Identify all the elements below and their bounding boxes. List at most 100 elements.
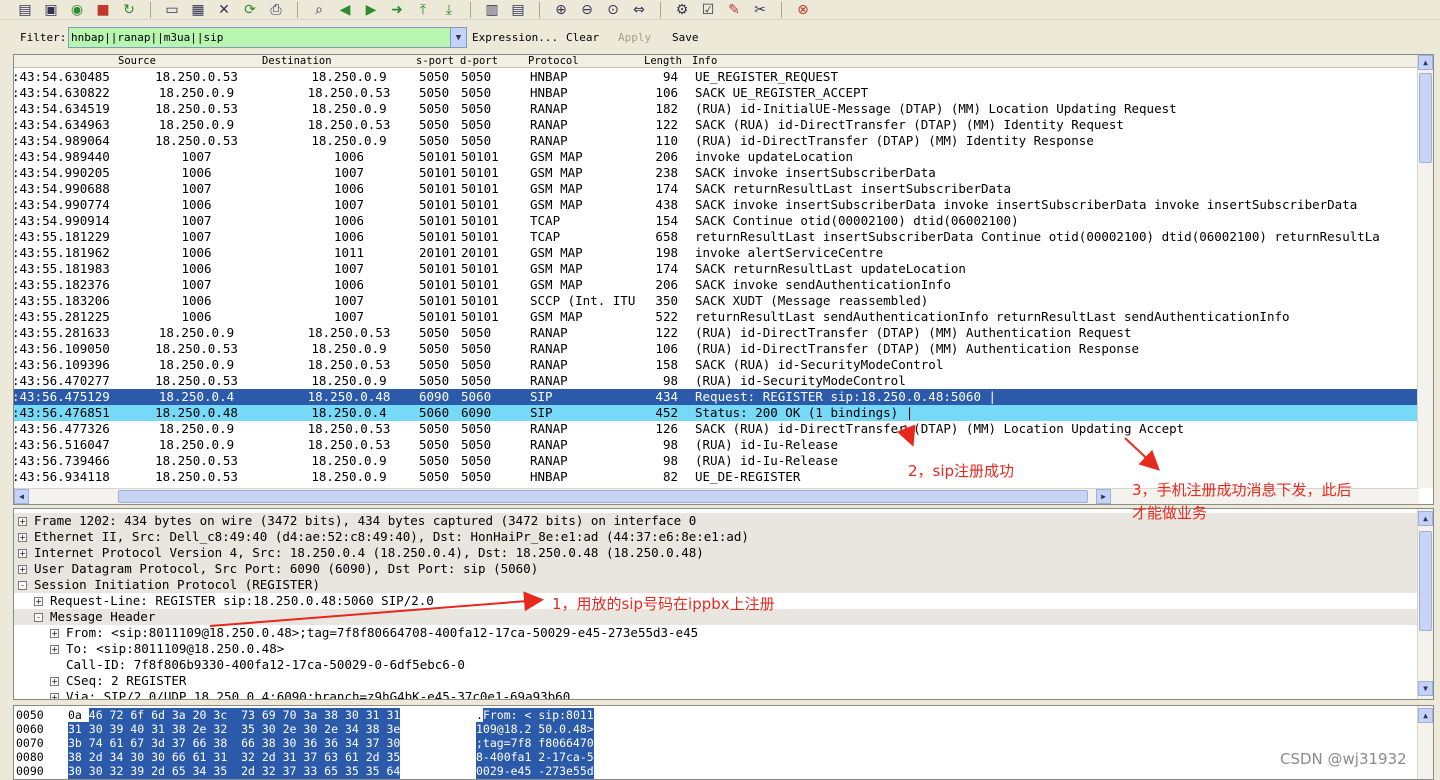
packet-list-pane[interactable]: Source Destination s-port d-port Protoco… [13, 54, 1434, 505]
packet-bytes-pane[interactable]: 0050 0a 46 72 6f 6d 3a 20 3c 73 69 70 3a … [13, 705, 1434, 780]
packet-row[interactable]: :43:54.630822 18.250.0.9 18.250.0.53 5050 50… [14, 85, 1419, 101]
colorize-icon[interactable]: ▥ [481, 0, 503, 19]
detail-row[interactable]: + User Datagram Protocol, Src Port: 6090 … [14, 561, 1419, 577]
collapse-icon[interactable]: - [34, 613, 43, 622]
detail-row[interactable]: + From: <sip:8011109@18.250.0.48>;tag=7f8… [14, 625, 1419, 641]
stop-capture-icon[interactable]: ■ [92, 0, 114, 19]
packet-row[interactable]: :43:55.281633 18.250.0.9 18.250.0.53 5050 50… [14, 325, 1419, 341]
collapse-icon[interactable]: - [18, 581, 27, 590]
detail-row[interactable]: + Ethernet II, Src: Dell_c8:49:40 (d4:ae:… [14, 529, 1419, 545]
scroll-up-icon[interactable]: ▲ [1418, 708, 1433, 723]
packet-row[interactable]: :43:55.183206 1006 1007 50101 50101 SCCP (Int… [14, 293, 1419, 309]
packet-row[interactable]: :43:54.989440 1007 1006 50101 50101 GSM MAP 20… [14, 149, 1419, 165]
open-file-icon[interactable]: ▭ [161, 0, 183, 19]
ascii-selected[interactable]: 0029-e45 -273e55d [476, 764, 594, 778]
normal-size-icon[interactable]: ⊙ [602, 0, 624, 19]
expand-icon[interactable]: + [18, 549, 27, 558]
packet-row[interactable]: :43:54.630485 18.250.0.53 18.250.0.9 5050 50… [14, 69, 1419, 85]
detail-row[interactable]: + To: <sip:8011109@18.250.0.48> [14, 641, 1419, 657]
expand-icon[interactable]: + [50, 629, 59, 638]
detail-row[interactable]: + Internet Protocol Version 4, Src: 18.25… [14, 545, 1419, 561]
interface-list-icon[interactable]: ▤ [14, 0, 36, 19]
column-header-protocol[interactable]: Protocol [528, 55, 579, 67]
expand-icon[interactable]: + [18, 565, 27, 574]
close-file-icon[interactable]: ✕ [213, 0, 235, 19]
column-header-source[interactable]: Source [118, 55, 156, 67]
packet-row[interactable]: :43:54.990205 1006 1007 50101 50101 GSM MAP 23… [14, 165, 1419, 181]
clear-button[interactable]: Clear [566, 31, 599, 44]
help-icon[interactable]: ⊗ [792, 0, 814, 19]
go-first-icon[interactable]: ⤒ [412, 0, 434, 19]
packet-row[interactable]: :43:54.989064 18.250.0.53 18.250.0.9 5050 50… [14, 133, 1419, 149]
hex-bytes-selected[interactable]: 3b 74 61 67 3d 37 66 38 66 38 30 36 36 3… [68, 736, 401, 750]
scroll-up-icon[interactable]: ▲ [1418, 511, 1433, 526]
ascii-selected[interactable]: ;tag=7f8 f8066470 [476, 736, 594, 750]
packet-row[interactable]: :43:55.182376 1007 1006 50101 50101 GSM MAP 20… [14, 277, 1419, 293]
capture-options-icon[interactable]: ▣ [40, 0, 62, 19]
save-button[interactable]: Save [672, 31, 699, 44]
column-header-info[interactable]: Info [692, 55, 717, 67]
zoom-in-icon[interactable]: ⊕ [550, 0, 572, 19]
packet-row[interactable]: :43:56.739466 18.250.0.53 18.250.0.9 5050 50… [14, 453, 1419, 469]
column-header-length[interactable]: Length [644, 55, 682, 67]
scroll-left-icon[interactable]: ◀ [14, 489, 29, 504]
detail-row[interactable]: Call-ID: 7f8f806b9330-400fa12-17ca-50029… [14, 657, 1419, 673]
scroll-right-icon[interactable]: ▶ [1096, 489, 1111, 504]
chevron-down-icon[interactable]: ▼ [450, 28, 466, 47]
ascii-selected[interactable]: 8-400fa1 2-17ca-5 [476, 750, 594, 764]
scroll-down-icon[interactable]: ▼ [1418, 681, 1433, 696]
apply-button[interactable]: Apply [618, 31, 651, 44]
go-to-packet-icon[interactable]: ➜ [386, 0, 408, 19]
packet-row[interactable]: :43:54.634963 18.250.0.9 18.250.0.53 5050 50… [14, 117, 1419, 133]
auto-scroll-icon[interactable]: ▤ [507, 0, 529, 19]
save-file-icon[interactable]: ▦ [187, 0, 209, 19]
column-header-dport[interactable]: d-port [460, 55, 498, 67]
go-back-icon[interactable]: ◀ [334, 0, 356, 19]
hex-bytes-selected[interactable]: 31 30 39 40 31 38 2e 32 35 30 2e 30 2e 3… [68, 722, 401, 736]
packet-row[interactable]: :43:54.634519 18.250.0.53 18.250.0.9 5050 50… [14, 101, 1419, 117]
packet-row[interactable]: :43:55.281225 1006 1007 50101 50101 GSM MAP 52… [14, 309, 1419, 325]
packet-row[interactable]: :43:55.181962 1006 1011 20101 20101 GSM MAP 19… [14, 245, 1419, 261]
expand-icon[interactable]: + [18, 517, 27, 526]
print-icon[interactable]: ⎙ [265, 0, 287, 19]
details-vscrollbar[interactable]: ▲ ▼ [1417, 509, 1433, 699]
hex-bytes-selected[interactable]: 38 2d 34 30 30 66 61 31 32 2d 31 37 63 6… [68, 750, 401, 764]
zoom-out-icon[interactable]: ⊖ [576, 0, 598, 19]
expand-icon[interactable]: + [50, 693, 59, 699]
packet-row[interactable]: :43:54.990914 1007 1006 50101 50101 TCAP 154 SA… [14, 213, 1419, 229]
go-last-icon[interactable]: ⤓ [438, 0, 460, 19]
packet-row[interactable]: :43:54.990688 1007 1006 50101 50101 GSM MAP 17… [14, 181, 1419, 197]
filter-input[interactable]: hnbap||ranap||m3ua||sip ▼ [68, 27, 467, 48]
packet-row[interactable]: :43:56.109396 18.250.0.9 18.250.0.53 5050 50… [14, 357, 1419, 373]
ascii-selected[interactable]: 109@18.2 50.0.48> [476, 722, 594, 736]
packet-row[interactable]: :43:54.990774 1006 1007 50101 50101 GSM MAP 43… [14, 197, 1419, 213]
hex-bytes-selected[interactable]: 30 30 32 39 2d 65 34 35 2d 32 37 33 65 3… [68, 764, 401, 778]
hex-bytes-selected[interactable]: 46 72 6f 6d 3a 20 3c 73 69 70 3a 38 30 3… [88, 708, 401, 722]
coloring-rules-icon[interactable]: ✎ [723, 0, 745, 19]
capture-filters-icon[interactable]: ⚙ [671, 0, 693, 19]
ascii-selected[interactable]: From: < sip:8011 [482, 708, 594, 722]
packet-row[interactable]: :43:56.109050 18.250.0.53 18.250.0.9 5050 50… [14, 341, 1419, 357]
detail-row[interactable]: + Frame 1202: 434 bytes on wire (3472 bit… [14, 513, 1419, 529]
expand-icon[interactable]: + [18, 533, 27, 542]
scroll-thumb[interactable] [1419, 73, 1432, 163]
detail-row[interactable]: - Session Initiation Protocol (REGISTER) [14, 577, 1419, 593]
detail-row[interactable]: + CSeq: 2 REGISTER [14, 673, 1419, 689]
detail-row[interactable]: + Via: SIP/2.0/UDP 18.250.0.4:6090;branch… [14, 689, 1419, 699]
find-icon[interactable]: ⌕ [308, 0, 330, 19]
packet-row[interactable]: :43:56.477326 18.250.0.9 18.250.0.53 5050 50… [14, 421, 1419, 437]
reload-icon[interactable]: ⟳ [239, 0, 261, 19]
expand-icon[interactable]: + [50, 645, 59, 654]
resize-columns-icon[interactable]: ⇔ [628, 0, 650, 19]
expand-icon[interactable]: + [34, 597, 43, 606]
hscroll-thumb[interactable] [118, 490, 1088, 503]
display-filters-icon[interactable]: ☑ [697, 0, 719, 19]
expand-icon[interactable]: + [50, 677, 59, 686]
packet-row[interactable]: :43:55.181229 1007 1006 50101 50101 TCAP 658 re… [14, 229, 1419, 245]
go-forward-icon[interactable]: ▶ [360, 0, 382, 19]
bytes-vscrollbar[interactable]: ▲ [1417, 706, 1433, 779]
packet-row[interactable]: :43:56.470277 18.250.0.53 18.250.0.9 5050 50… [14, 373, 1419, 389]
packet-row[interactable]: :43:56.516047 18.250.0.9 18.250.0.53 5050 50… [14, 437, 1419, 453]
column-header-sport[interactable]: s-port [416, 55, 454, 67]
filter-input-value[interactable]: hnbap||ranap||m3ua||sip [71, 31, 223, 44]
